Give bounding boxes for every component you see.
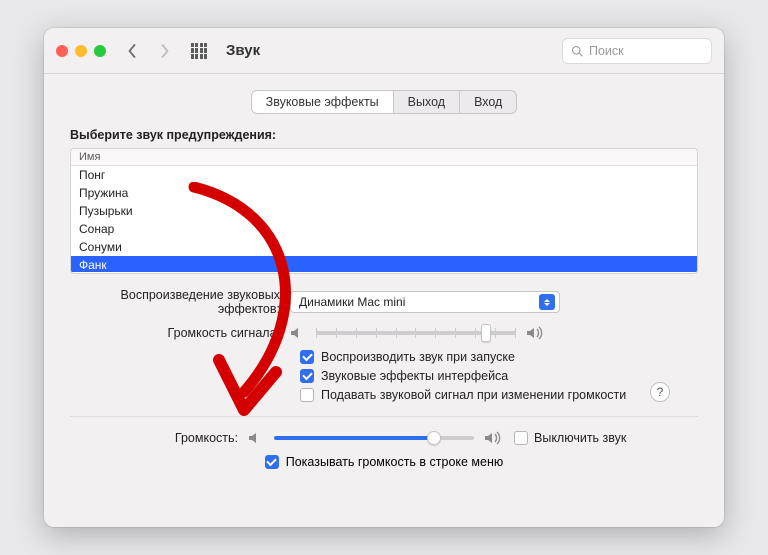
speaker-high-icon: [484, 431, 504, 445]
list-item[interactable]: Фанк: [71, 256, 697, 272]
speaker-low-icon: [248, 431, 264, 445]
output-volume-label: Громкость:: [70, 431, 248, 445]
list-item[interactable]: Сонар: [71, 220, 697, 238]
checkbox-label: Воспроизводить звук при запуске: [321, 350, 515, 364]
search-placeholder: Поиск: [589, 44, 624, 58]
checkbox-play-on-startup[interactable]: Воспроизводить звук при запуске: [300, 350, 698, 364]
list-item[interactable]: Сонуми: [71, 238, 697, 256]
segmented-control: Звуковые эффекты Выход Вход: [251, 90, 518, 114]
checkbox-mute[interactable]: Выключить звук: [514, 431, 626, 445]
content: Звуковые эффекты Выход Вход Выберите зву…: [44, 74, 724, 491]
checkbox-label: Выключить звук: [534, 431, 626, 445]
checkbox-icon: [265, 455, 279, 469]
sound-prefs-window: Звук Поиск Звуковые эффекты Выход Вход В…: [44, 28, 724, 527]
alert-volume-label: Громкость сигнала:: [70, 326, 290, 340]
checkbox-label: Показывать громкость в строке меню: [286, 455, 504, 469]
speaker-low-icon: [290, 326, 306, 340]
tab-sound-effects[interactable]: Звуковые эффекты: [252, 91, 393, 113]
checkbox-icon: [300, 350, 314, 364]
list-item[interactable]: Пузырьки: [71, 202, 697, 220]
back-button[interactable]: [120, 37, 144, 65]
checkbox-label: Подавать звуковой сигнал при изменении г…: [321, 388, 626, 402]
playback-device-value: Динамики Mac mini: [299, 295, 405, 309]
maximize-icon[interactable]: [94, 45, 106, 57]
tabs: Звуковые эффекты Выход Вход: [70, 90, 698, 114]
checkbox-icon: [300, 369, 314, 383]
speaker-high-icon: [526, 326, 546, 340]
titlebar: Звук Поиск: [44, 28, 724, 74]
checkbox-ui-effects[interactable]: Звуковые эффекты интерфейса: [300, 369, 698, 383]
checkbox-volume-feedback[interactable]: Подавать звуковой сигнал при изменении г…: [300, 388, 698, 402]
checkbox-icon: [300, 388, 314, 402]
tab-input[interactable]: Вход: [459, 91, 516, 113]
playback-device-select[interactable]: Динамики Mac mini: [290, 291, 560, 313]
help-button[interactable]: ?: [650, 382, 670, 402]
chevron-updown-icon: [539, 294, 555, 310]
show-all-prefs-icon[interactable]: [186, 38, 212, 64]
checkbox-icon: [514, 431, 528, 445]
window-title: Звук: [226, 42, 260, 59]
output-volume-slider[interactable]: [274, 436, 474, 440]
window-controls: [56, 45, 106, 57]
checkbox-label: Звуковые эффекты интерфейса: [321, 369, 508, 383]
divider: [70, 416, 698, 417]
alert-sound-label: Выберите звук предупреждения:: [70, 128, 698, 142]
list-item[interactable]: Пружина: [71, 184, 697, 202]
list-column-header: Имя: [71, 149, 697, 166]
list-item[interactable]: Понг: [71, 166, 697, 184]
minimize-icon[interactable]: [75, 45, 87, 57]
forward-button[interactable]: [152, 37, 176, 65]
alert-volume-slider[interactable]: [316, 331, 516, 335]
checkbox-show-in-menubar[interactable]: Показывать громкость в строке меню: [70, 455, 698, 469]
playback-device-label: Воспроизведение звуковых эффектов:: [70, 288, 290, 316]
search-input[interactable]: Поиск: [562, 38, 712, 64]
close-icon[interactable]: [56, 45, 68, 57]
search-icon: [571, 45, 583, 57]
tab-output[interactable]: Выход: [393, 91, 459, 113]
alert-sounds-list[interactable]: Имя ПонгПружинаПузырькиСонарСонумиФанк: [70, 148, 698, 274]
